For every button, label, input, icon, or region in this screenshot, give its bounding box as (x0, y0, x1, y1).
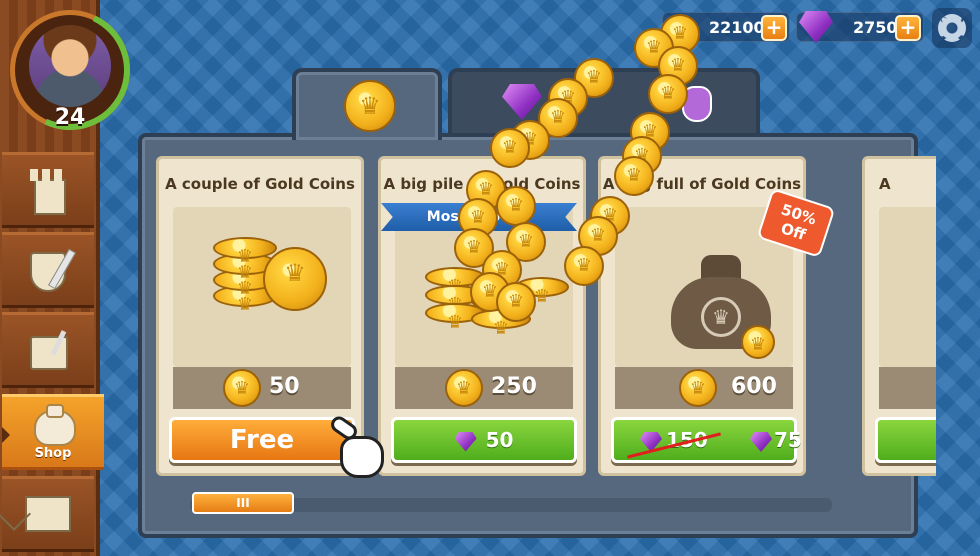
add-gold-button[interactable]: + (761, 15, 787, 41)
add-gems-button[interactable]: + (895, 15, 921, 41)
offer-title: A (879, 175, 891, 193)
offer-list: A couple of Gold Coins 50 Free A big pil… (156, 156, 936, 476)
player-avatar[interactable]: 24 (0, 0, 147, 147)
gold-coin-icon (679, 369, 717, 407)
price-label: 75 (774, 428, 802, 452)
gem-icon (750, 432, 772, 452)
bag-icon (30, 403, 76, 446)
offer-image (173, 207, 351, 367)
gold-coin-icon (496, 186, 536, 226)
offer-image (879, 207, 936, 367)
player-level: 24 (54, 105, 86, 130)
amount-bar: 250 (395, 367, 573, 409)
sidebar-item-label: Shop (34, 445, 72, 461)
sidebar-item-castle[interactable] (2, 152, 94, 228)
scrollbar-thumb[interactable]: III (192, 492, 294, 514)
sidebar-item-shop[interactable]: Shop (2, 394, 104, 470)
shield-sword-icon (28, 248, 68, 292)
gold-coin-icon (445, 369, 483, 407)
tower-icon (28, 167, 68, 215)
mail-icon (25, 496, 71, 532)
buy-button[interactable] (875, 417, 936, 463)
settings-button[interactable] (932, 8, 972, 48)
offer-card: A bag full of Gold Coins ♛ 50% Off 600 1… (598, 156, 836, 476)
gold-coin-icon (263, 247, 327, 311)
gem-amount: 2750 (853, 18, 898, 37)
sidebar-item-mail[interactable] (2, 476, 94, 552)
amount-bar: 50 (173, 367, 351, 409)
gold-coin-icon (490, 128, 530, 168)
gem-icon (502, 84, 542, 120)
gem-icon (454, 431, 477, 452)
gold-coin-icon (223, 369, 261, 407)
buy-button[interactable]: 150 75 (611, 417, 802, 463)
claim-free-button[interactable]: Free (169, 417, 355, 463)
sidebar-item-quests[interactable] (2, 312, 94, 388)
buy-button[interactable]: 50 (391, 417, 577, 463)
coin-amount: 50 (269, 374, 300, 399)
gear-icon (938, 14, 966, 42)
coin-amount: 600 (731, 374, 777, 399)
scroll-quill-icon (26, 330, 70, 370)
gold-coin-icon (344, 80, 396, 132)
gold-coin-icon (648, 74, 688, 114)
gold-coin-icon (741, 325, 775, 359)
gold-coin-icon (614, 156, 654, 196)
offer-title: A couple of Gold Coins (165, 175, 355, 193)
amount-bar: 600 (615, 367, 793, 409)
gold-amount: 22100 (709, 18, 765, 37)
sidebar-item-equipment[interactable] (2, 232, 94, 308)
gem-icon (799, 11, 833, 43)
coin-amount: 250 (491, 374, 537, 399)
amount-bar (879, 367, 936, 409)
tab-gold[interactable] (292, 68, 442, 140)
gold-coin-icon (564, 246, 604, 286)
price-label: 50 (485, 428, 514, 452)
tutorial-hand-icon (327, 413, 388, 480)
gem-counter: 2750 + (796, 11, 924, 43)
gold-coin-icon (496, 282, 536, 322)
offer-card: A (862, 156, 936, 476)
